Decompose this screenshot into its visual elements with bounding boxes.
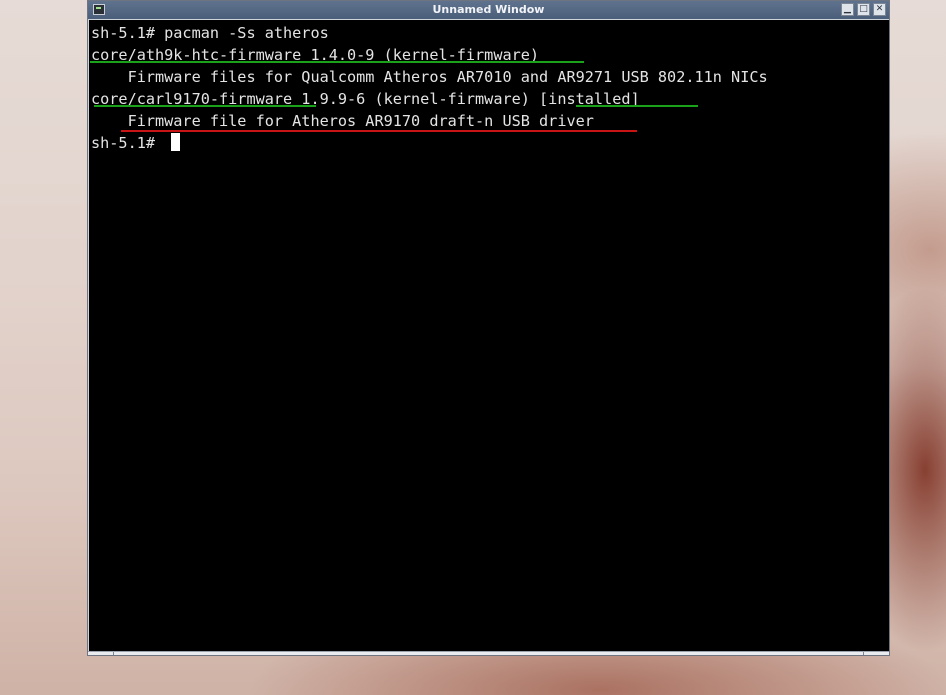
prompt-line: sh-5.1# pacman -Ss atheros: [91, 24, 329, 42]
bottom-bar-divider: [863, 652, 864, 655]
red-annotation-underline: [121, 130, 637, 132]
red-annotation-mark: [171, 130, 179, 132]
terminal-window: Unnamed Window ▁ □ ✕ sh-5.1# pacman -Ss …: [87, 0, 890, 656]
result-description-line: Firmware files for Qualcomm Atheros AR70…: [91, 68, 768, 86]
green-annotation-underline: [576, 105, 698, 107]
green-annotation-underline: [94, 105, 316, 107]
bottom-bar-divider: [113, 652, 114, 655]
result-description-line: Firmware file for Atheros AR9170 draft-n…: [91, 112, 594, 130]
close-button[interactable]: ✕: [873, 3, 886, 16]
minimize-button[interactable]: ▁: [841, 3, 854, 16]
green-annotation-underline: [90, 61, 584, 63]
window-title: Unnamed Window: [432, 3, 545, 16]
title-bar[interactable]: Unnamed Window ▁ □ ✕: [88, 1, 889, 19]
window-bottom-bar: [88, 651, 889, 655]
prompt-line: sh-5.1#: [91, 134, 165, 152]
terminal-output[interactable]: sh-5.1# pacman -Ss atheros core/ath9k-ht…: [89, 20, 889, 653]
text-cursor: [171, 133, 180, 151]
maximize-button[interactable]: □: [857, 3, 870, 16]
